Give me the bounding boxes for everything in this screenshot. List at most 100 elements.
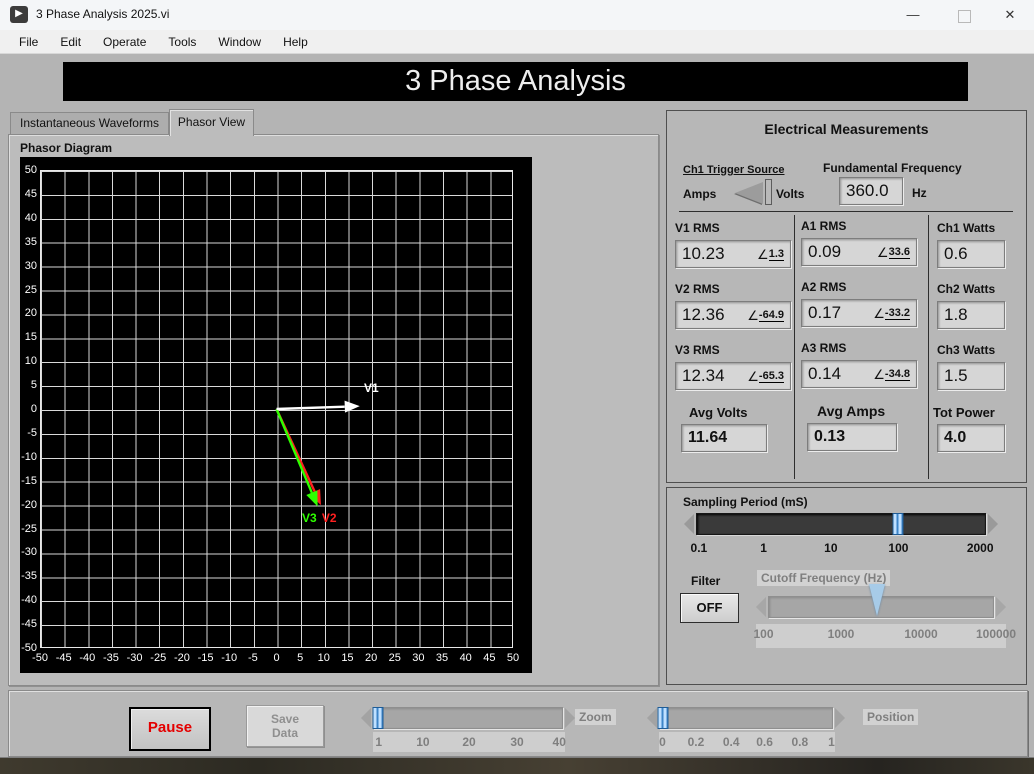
filter-off-button[interactable]: OFF [680,593,739,623]
y-tick-label: 30 [24,259,37,272]
menu-tools[interactable]: Tools [159,33,205,51]
tick-label: 100 [888,541,909,555]
zoom-tick-labels: 1 10 20 30 40 [373,732,566,752]
y-tick-label: 45 [24,187,37,200]
sampling-right-arrow-icon[interactable] [988,514,998,534]
v1-rms-value: 10.23 ∠ 1.3 [675,240,791,268]
cutoff-slider-handle[interactable] [868,584,885,616]
a2-rms-value: 0.17 ∠ -33.2 [801,299,917,327]
tick-label: 0.8 [791,735,809,749]
tick-label: 30 [510,735,524,749]
tick-label: 1000 [827,627,855,641]
position-slider-track[interactable] [657,707,833,729]
phasor-v1-arrowhead-icon [344,400,360,413]
window-title: 3 Phase Analysis 2025.vi [36,7,170,21]
angle-display: ∠ -64.9 [747,307,784,323]
position-right-arrow-icon[interactable] [835,708,845,728]
sampling-slider-handle[interactable] [892,513,904,535]
phasor-v1-vector [276,405,345,411]
menu-window[interactable]: Window [209,33,270,51]
title-bar: ▶ 3 Phase Analysis 2025.vi — ✕ [0,0,1034,31]
y-tick-label: -30 [21,546,37,559]
v3-rms-value: 12.34 ∠ -65.3 [675,362,791,390]
v2-rms-value: 12.36 ∠ -64.9 [675,301,791,329]
sampling-slider-track[interactable] [696,513,986,535]
sampling-period-label: Sampling Period (mS) [683,495,808,509]
zoom-right-arrow-icon[interactable] [565,708,575,728]
menu-file[interactable]: File [10,33,47,51]
y-tick-label: -45 [21,618,37,631]
trigger-switch-toggle[interactable] [735,182,763,204]
tick-label: 1 [375,735,383,749]
y-tick-label: -35 [21,570,37,583]
footer-bar: Pause Save Data 1 10 20 30 40 Zoom 0 0.2 0.4 0.… [8,690,1028,757]
position-slider-handle[interactable] [657,707,669,729]
menu-edit[interactable]: Edit [51,33,90,51]
phasor-vectors: V2 V3 V1 [275,381,379,525]
phasor-v3-label: V3 [302,511,317,525]
position-label: Position [863,709,919,725]
angle-icon: ∠ [873,305,885,321]
filter-label: Filter [691,574,721,588]
angle-icon: ∠ [876,244,889,260]
y-tick-label: 5 [30,379,37,392]
fundamental-frequency-label: Fundamental Frequency [823,161,962,175]
phasor-diagram-label: Phasor Diagram [20,141,113,155]
ch2-watts-value: 1.8 [937,301,1005,329]
sampling-left-arrow-icon[interactable] [684,514,694,534]
y-tick-label: -40 [21,594,37,607]
v1-rms-label: V1 RMS [675,221,720,235]
pause-button[interactable]: Pause [129,707,211,751]
tick-label: 100000 [975,627,1017,641]
minimize-icon[interactable]: — [891,0,935,30]
divider [794,215,795,479]
y-tick-label: 40 [24,211,37,224]
cutoff-slider-track[interactable] [768,584,994,618]
menu-help[interactable]: Help [274,33,317,51]
menu-bar: File Edit Operate Tools Window Help [0,30,1034,54]
tick-label: 100 [753,627,774,641]
avg-volts-label: Avg Volts [689,405,748,420]
tot-power-label: Tot Power [933,405,995,420]
tick-label: 10 [824,541,838,555]
zoom-left-arrow-icon[interactable] [361,708,371,728]
save-data-button[interactable]: Save Data [246,705,324,747]
y-tick-label: -25 [21,522,37,535]
phasor-diagram-graph: 50 45 40 35 30 25 20 15 10 5 0 -5 -10 -15 -20 -25 -30 -35… [20,157,532,673]
tick-label: 40 [552,735,566,749]
tick-label: 10000 [904,627,938,641]
y-tick-label: 0 [30,403,37,415]
tab-instantaneous-waveforms[interactable]: Instantaneous Waveforms [10,112,169,135]
zoom-slider-track[interactable] [372,707,563,729]
hz-unit-label: Hz [912,186,927,200]
angle-display: ∠ -65.3 [747,368,784,384]
v3-rms-label: V3 RMS [675,343,720,357]
y-tick-label: -10 [21,450,37,463]
angle-display: ∠ -34.8 [873,366,910,382]
a2-rms-label: A2 RMS [801,280,847,294]
trigger-amps-label: Amps [683,187,717,201]
menu-operate[interactable]: Operate [94,33,155,51]
tick-label: 10 [416,735,430,749]
position-left-arrow-icon[interactable] [647,708,657,728]
trigger-volts-label: Volts [776,187,805,201]
angle-display: ∠ -33.2 [873,305,910,321]
tab-phasor-view[interactable]: Phasor View [169,109,254,136]
trigger-switch-handle[interactable] [765,179,772,205]
v2-rms-label: V2 RMS [675,282,720,296]
divider [928,215,929,479]
angle-icon: ∠ [757,246,769,262]
cutoff-left-arrow-icon[interactable] [756,597,766,617]
maximize-icon[interactable] [958,10,971,23]
tick-label: 0.2 [687,735,705,749]
measurements-title: Electrical Measurements [764,121,929,137]
zoom-slider-handle[interactable] [372,707,384,729]
avg-amps-label: Avg Amps [817,403,886,419]
cutoff-right-arrow-icon[interactable] [996,597,1006,617]
tick-label: 1 [828,735,835,749]
ch3-watts-value: 1.5 [937,362,1005,390]
x-tick-label: 50 [506,652,520,664]
angle-icon: ∠ [747,368,759,384]
close-icon[interactable]: ✕ [988,0,1032,30]
a3-rms-label: A3 RMS [801,341,847,355]
